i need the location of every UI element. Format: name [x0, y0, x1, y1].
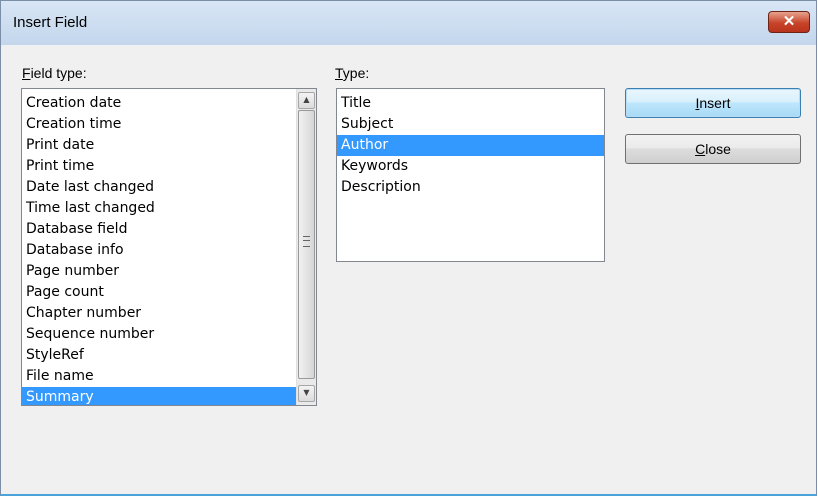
field-type-list-item[interactable]: Page count: [22, 282, 297, 303]
insert-field-dialog: Insert Field ✕ Field type: Creation date…: [0, 0, 817, 496]
scroll-down-button[interactable]: ▼: [298, 385, 315, 402]
close-window-button[interactable]: ✕: [768, 11, 810, 33]
field-type-list-item[interactable]: Print date: [22, 135, 297, 156]
field-type-list-item[interactable]: Chapter number: [22, 303, 297, 324]
field-type-list-item[interactable]: Creation date: [22, 93, 297, 114]
scroll-up-button[interactable]: ▲: [298, 92, 315, 109]
insert-button[interactable]: Insert: [625, 88, 801, 118]
field-type-list-item[interactable]: Print time: [22, 156, 297, 177]
arrow-up-icon: ▲: [303, 95, 310, 104]
field-type-list-item[interactable]: StyleRef: [22, 345, 297, 366]
field-type-label: Field type:: [22, 65, 87, 81]
dialog-body: Field type: Creation date Creation time Pr…: [8, 45, 809, 487]
field-type-scrollbar[interactable]: ▲ ▼: [296, 89, 316, 405]
type-label: Type:: [335, 65, 370, 81]
type-list-item[interactable]: Keywords: [337, 156, 604, 177]
field-type-list-item[interactable]: Creation time: [22, 114, 297, 135]
type-list-item[interactable]: Description: [337, 177, 604, 198]
arrow-down-icon: ▼: [303, 388, 310, 397]
field-type-list-item[interactable]: Database info: [22, 240, 297, 261]
type-list-item[interactable]: Subject: [337, 114, 604, 135]
field-type-list-item[interactable]: File name: [22, 366, 297, 387]
field-type-list-item[interactable]: Date last changed: [22, 177, 297, 198]
type-list-item[interactable]: Author: [337, 135, 604, 156]
close-button[interactable]: Close: [625, 134, 801, 164]
type-list-item[interactable]: Title: [337, 93, 604, 114]
type-list: Title Subject Author Keywords Description: [337, 89, 604, 198]
field-type-list-item[interactable]: Page number: [22, 261, 297, 282]
grip-icon: [303, 236, 310, 247]
title-bar[interactable]: Insert Field ✕: [1, 1, 816, 45]
type-listbox[interactable]: Title Subject Author Keywords Description: [336, 88, 605, 262]
field-type-list-item[interactable]: Database field: [22, 219, 297, 240]
scroll-thumb[interactable]: [298, 110, 315, 379]
close-icon: ✕: [782, 13, 796, 30]
field-type-list-item[interactable]: Time last changed: [22, 198, 297, 219]
field-type-list-item[interactable]: Summary: [22, 387, 297, 405]
window-title: Insert Field: [13, 14, 88, 31]
field-type-list: Creation date Creation time Print date Prin…: [22, 89, 297, 405]
field-type-listbox[interactable]: Creation date Creation time Print date Prin…: [21, 88, 317, 406]
field-type-list-item[interactable]: Sequence number: [22, 324, 297, 345]
